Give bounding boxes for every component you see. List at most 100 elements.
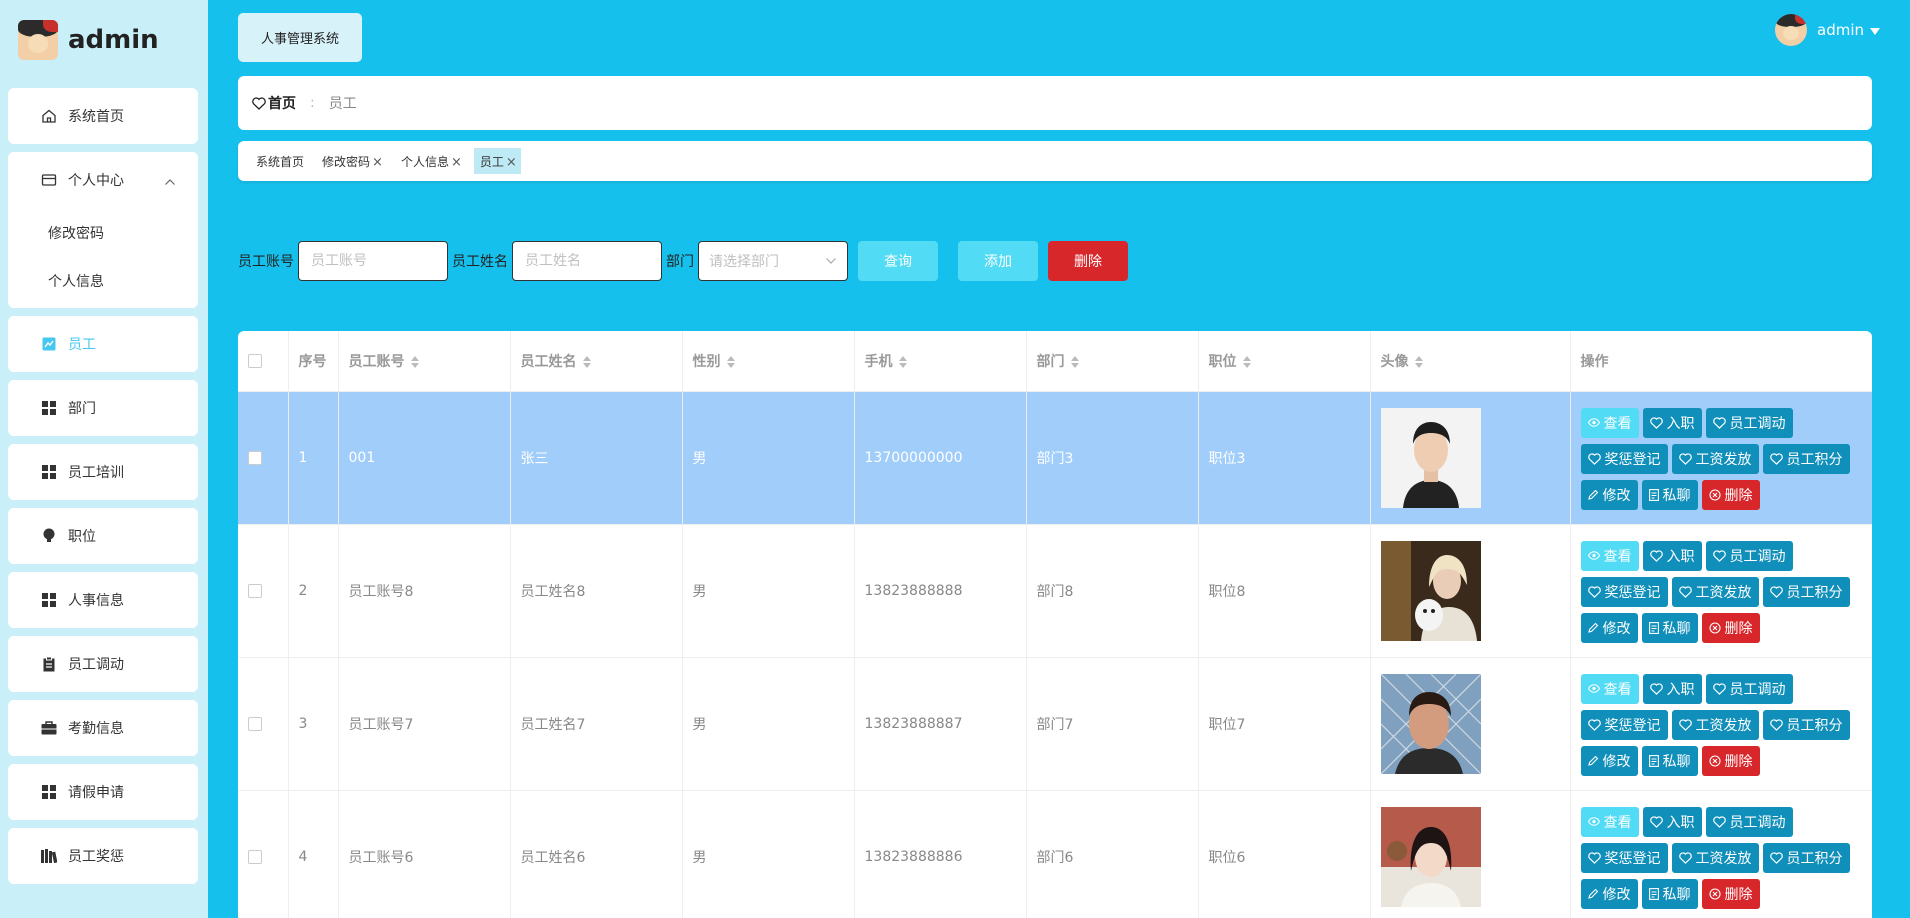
view-button[interactable]: 查看 [1580, 806, 1639, 837]
sidebar-item-employee[interactable]: 员工 [8, 316, 198, 372]
heart-icon [1712, 815, 1726, 828]
salary-button[interactable]: 工资发放 [1671, 709, 1759, 740]
system-title-tab[interactable]: 人事管理系统 [238, 13, 362, 62]
col-position[interactable]: 职位 [1198, 331, 1371, 392]
onboard-button[interactable]: 入职 [1642, 540, 1702, 571]
chat-button[interactable]: 私聊 [1641, 745, 1698, 776]
salary-button[interactable]: 工资发放 [1671, 443, 1759, 474]
row-checkbox[interactable] [248, 450, 262, 465]
breadcrumb-home[interactable]: 首页 [252, 93, 296, 113]
salary-button[interactable]: 工资发放 [1671, 842, 1759, 873]
view-button[interactable]: 查看 [1580, 407, 1639, 438]
delete-button[interactable]: 删除 [1701, 612, 1760, 643]
col-phone[interactable]: 手机 [854, 331, 1027, 392]
table-row[interactable]: 3 员工账号7 员工姓名7 男 13823888887 部门7 职位7 查看 入职 员工调动 奖惩登… [238, 657, 1872, 791]
sidebar-item-leave[interactable]: 请假申请 [8, 764, 198, 820]
table-row[interactable]: 1 001 张三男 13700000000 部门3 职位3 查看 入职 员工调动 奖惩登记 工资发放… [238, 391, 1872, 525]
sort-icon[interactable] [898, 355, 907, 368]
col-name[interactable]: 员工姓名 [510, 331, 683, 392]
name-input[interactable] [512, 241, 662, 281]
close-icon[interactable]: × [506, 155, 517, 170]
add-button[interactable]: 添加 [958, 241, 1038, 281]
employee-photo[interactable] [1380, 540, 1481, 641]
salary-button[interactable]: 工资发放 [1671, 576, 1759, 607]
transfer-button[interactable]: 员工调动 [1705, 407, 1793, 438]
employee-photo[interactable] [1380, 407, 1481, 508]
view-button[interactable]: 查看 [1580, 673, 1639, 704]
sort-icon[interactable] [1414, 355, 1423, 368]
edit-button[interactable]: 修改 [1580, 479, 1638, 510]
chat-button[interactable]: 私聊 [1641, 878, 1698, 909]
delete-button[interactable]: 删除 [1701, 745, 1760, 776]
transfer-button[interactable]: 员工调动 [1705, 673, 1793, 704]
close-icon[interactable]: × [451, 155, 462, 170]
reward-button[interactable]: 奖惩登记 [1580, 709, 1668, 740]
dept-select[interactable]: 请选择部门 [698, 241, 848, 281]
reward-button[interactable]: 奖惩登记 [1580, 842, 1668, 873]
points-button[interactable]: 员工积分 [1762, 709, 1850, 740]
sort-icon[interactable] [1070, 355, 1079, 368]
points-button[interactable]: 员工积分 [1762, 443, 1850, 474]
col-photo[interactable]: 头像 [1370, 331, 1571, 392]
sidebar-item-hr-info[interactable]: 人事信息 [8, 572, 198, 628]
points-button[interactable]: 员工积分 [1762, 842, 1850, 873]
select-all-checkbox[interactable] [248, 353, 262, 368]
account-input[interactable] [298, 241, 448, 281]
breadcrumb: 首页 : 员工 [238, 76, 1872, 130]
chat-button[interactable]: 私聊 [1641, 612, 1698, 643]
chat-label: 私聊 [1662, 753, 1691, 770]
edit-button[interactable]: 修改 [1580, 612, 1638, 643]
col-account[interactable]: 员工账号 [338, 331, 511, 392]
tag-home[interactable]: 系统首页 [250, 148, 308, 174]
edit-button[interactable]: 修改 [1580, 745, 1638, 776]
sidebar-item-rewards[interactable]: 员工奖惩 [8, 828, 198, 884]
tag-employee[interactable]: 员工 × [473, 148, 521, 174]
sidebar-item-attendance[interactable]: 考勤信息 [8, 700, 198, 756]
view-button[interactable]: 查看 [1580, 540, 1639, 571]
sidebar-subitem-personal-info[interactable]: 个人信息 [8, 258, 198, 308]
reward-button[interactable]: 奖惩登记 [1580, 443, 1668, 474]
sidebar-item-training[interactable]: 员工培训 [8, 444, 198, 500]
table-row[interactable]: 2 员工账号8 员工姓名8 男 13823888888 部门8 职位8 查看 入职 员工调动 奖惩登… [238, 524, 1872, 658]
sort-icon[interactable] [410, 355, 419, 368]
user-menu[interactable]: admin [1775, 14, 1880, 46]
sidebar-item-personal-center[interactable]: 个人中心 [8, 152, 198, 208]
delete-button[interactable]: 删除 [1701, 479, 1760, 510]
employee-photo[interactable] [1380, 806, 1481, 907]
onboard-button[interactable]: 入职 [1642, 806, 1702, 837]
onboard-button[interactable]: 入职 [1642, 673, 1702, 704]
sort-icon[interactable] [1242, 355, 1251, 368]
circle-close-icon [1708, 754, 1721, 767]
transfer-button[interactable]: 员工调动 [1705, 806, 1793, 837]
sort-icon[interactable] [582, 355, 591, 368]
batch-delete-button[interactable]: 删除 [1048, 241, 1128, 281]
col-dept[interactable]: 部门 [1026, 331, 1199, 392]
transfer-button[interactable]: 员工调动 [1705, 540, 1793, 571]
sidebar-item-department[interactable]: 部门 [8, 380, 198, 436]
sidebar-item-position[interactable]: 职位 [8, 508, 198, 564]
chat-button[interactable]: 私聊 [1641, 479, 1698, 510]
sort-icon[interactable] [726, 355, 735, 368]
onboard-label: 入职 [1666, 548, 1695, 565]
view-label: 查看 [1603, 415, 1632, 432]
sidebar-item-label: 请假申请 [68, 785, 124, 801]
tag-personal-info[interactable]: 个人信息 × [395, 148, 466, 174]
delete-button[interactable]: 删除 [1701, 878, 1760, 909]
sidebar-subitem-change-password[interactable]: 修改密码 [8, 208, 198, 258]
edit-button[interactable]: 修改 [1580, 878, 1638, 909]
close-icon[interactable]: × [372, 155, 383, 170]
row-checkbox[interactable] [248, 716, 262, 731]
table-row[interactable]: 4 员工账号6 员工姓名6 男 13823888886 部门6 职位6 查看 入职 员工调动 奖惩登… [238, 790, 1872, 918]
query-button[interactable]: 查询 [858, 241, 938, 281]
col-gender[interactable]: 性别 [682, 331, 855, 392]
row-checkbox[interactable] [248, 849, 262, 864]
row-checkbox[interactable] [248, 583, 262, 598]
tag-change-password[interactable]: 修改密码 × [316, 148, 387, 174]
sidebar-item-home[interactable]: 系统首页 [8, 88, 198, 144]
employee-photo[interactable] [1380, 673, 1481, 774]
reward-button[interactable]: 奖惩登记 [1580, 576, 1668, 607]
onboard-button[interactable]: 入职 [1642, 407, 1702, 438]
document-icon [1648, 488, 1659, 501]
points-button[interactable]: 员工积分 [1762, 576, 1850, 607]
sidebar-item-transfer[interactable]: 员工调动 [8, 636, 198, 692]
